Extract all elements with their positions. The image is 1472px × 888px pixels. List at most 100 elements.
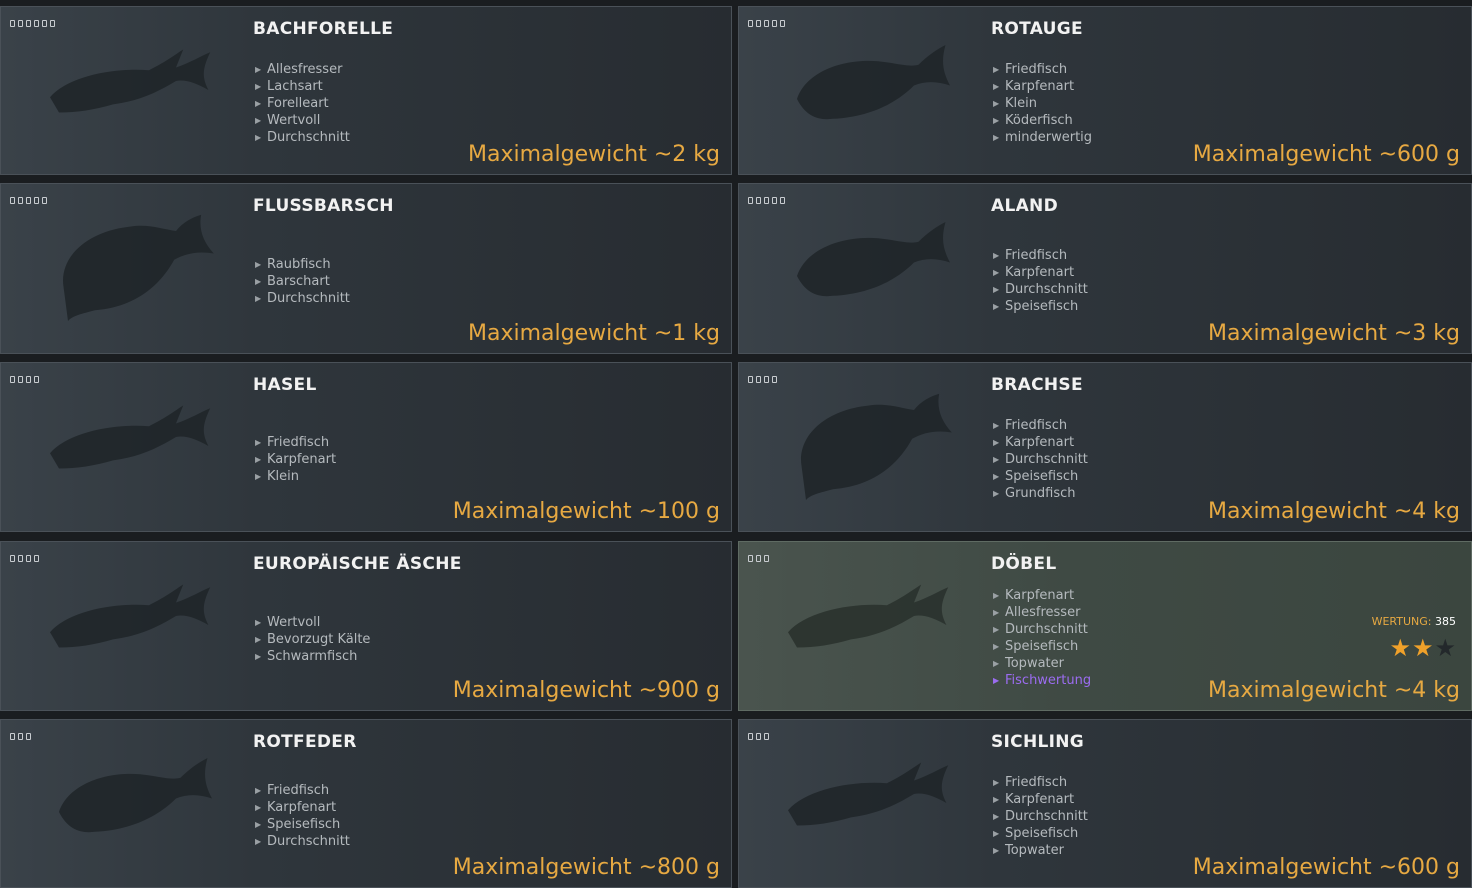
fish-traits-list: ▶ Friedfisch ▶ Karpfenart ▶ Durchschnitt ▶ Spei…: [993, 247, 1088, 315]
trait-label: Karpfenart: [1005, 588, 1075, 603]
rarity-dot: [764, 555, 769, 562]
max-weight: Maximalgewicht ~1 kg: [467, 321, 720, 346]
perch-silhouette-icon: [63, 214, 214, 321]
trait-label: Köderfisch: [1005, 113, 1073, 128]
trait-label: Friedfisch: [1005, 418, 1068, 433]
triangle-bullet-icon: ▶: [255, 260, 262, 269]
triangle-bullet-icon: ▶: [255, 133, 262, 142]
fish-traits-list: ▶ Raubfisch ▶ Barschart ▶ Durchschnitt: [255, 256, 350, 307]
rarity-dot: [764, 20, 769, 27]
rarity-dot: [10, 20, 15, 27]
rarity-dot: [26, 20, 31, 27]
trait-label: Wertvoll: [267, 113, 321, 128]
fish-card[interactable]: BACHFORELLE ▶ Allesfresser ▶ Lachsart ▶ Forell…: [0, 6, 732, 175]
triangle-bullet-icon: ▶: [993, 608, 1000, 617]
trait-label: Durchschnitt: [267, 834, 350, 849]
max-weight: Maximalgewicht ~4 kg: [1207, 678, 1460, 703]
triangle-bullet-icon: ▶: [993, 455, 1000, 464]
rarity-dot: [756, 733, 761, 740]
trait-label: Allesfresser: [1005, 605, 1081, 620]
fish-name: EUROPÄISCHE ÄSCHE: [253, 554, 462, 574]
trait-label: Topwater: [1005, 843, 1064, 858]
max-weight: Maximalgewicht ~3 kg: [1207, 321, 1460, 346]
trait-label: Durchschnitt: [267, 130, 350, 145]
trait-label: Friedfisch: [1005, 248, 1068, 263]
rarity-dot: [26, 197, 31, 204]
trait-item: ▶ Köderfisch: [993, 112, 1092, 129]
triangle-bullet-icon: ▶: [255, 277, 262, 286]
fish-card[interactable]: DÖBEL ▶ Karpfenart ▶ Allesfresser ▶ Durchschni…: [738, 541, 1472, 711]
trait-label: Topwater: [1005, 656, 1064, 671]
rarity-dot: [18, 555, 23, 562]
ide-silhouette-icon: [797, 222, 950, 297]
fish-name: HASEL: [253, 375, 317, 395]
trait-label: Lachsart: [267, 79, 323, 94]
trait-label: Klein: [1005, 96, 1037, 111]
grayling-silhouette-icon: [50, 584, 211, 648]
trait-item: ▶ Klein: [993, 95, 1092, 112]
fish-card[interactable]: ROTAUGE ▶ Friedfisch ▶ Karpfenart ▶ Klein ▶ Köde…: [738, 6, 1472, 175]
trait-label: Schwarmfisch: [267, 649, 358, 664]
fish-card[interactable]: FLUSSBARSCH ▶ Raubfisch ▶ Barschart ▶ Durchsch…: [0, 183, 732, 354]
trait-item: ▶ Klein: [255, 468, 336, 485]
trait-item: ▶ Speisefisch: [993, 468, 1088, 485]
triangle-bullet-icon: ▶: [993, 133, 1000, 142]
rarity-dot: [18, 733, 23, 740]
trait-label: Forelleart: [267, 96, 329, 111]
trait-label: Allesfresser: [267, 62, 343, 77]
fish-card[interactable]: SICHLING ▶ Friedfisch ▶ Karpfenart ▶ Durchschn…: [738, 719, 1472, 888]
trait-label: minderwertig: [1005, 130, 1093, 145]
trait-label: Durchschnitt: [267, 291, 350, 306]
triangle-bullet-icon: ▶: [993, 472, 1000, 481]
triangle-bullet-icon: ▶: [993, 82, 1000, 91]
trait-label: Friedfisch: [267, 783, 330, 798]
rarity-dot: [26, 733, 31, 740]
chub-silhouette-icon: [788, 584, 949, 648]
trait-item: ▶ Speisefisch: [993, 638, 1091, 655]
triangle-bullet-icon: ▶: [255, 65, 262, 74]
fish-name: ALAND: [991, 196, 1058, 216]
trait-label: Durchschnitt: [1005, 622, 1088, 637]
fish-card[interactable]: HASEL ▶ Friedfisch ▶ Karpfenart ▶ Klein Maximal…: [0, 362, 732, 532]
trait-label: Durchschnitt: [1005, 452, 1088, 467]
rarity-dot: [10, 197, 15, 204]
triangle-bullet-icon: ▶: [255, 438, 262, 447]
trait-item: ▶ Topwater: [993, 842, 1088, 859]
trait-label: Bevorzugt Kälte: [267, 632, 371, 647]
trait-item: ▶ Karpfenart: [993, 434, 1088, 451]
max-weight: Maximalgewicht ~100 g: [452, 499, 720, 524]
rudd-silhouette-icon: [59, 758, 212, 833]
triangle-bullet-icon: ▶: [993, 795, 1000, 804]
triangle-bullet-icon: ▶: [993, 778, 1000, 787]
rarity-dot: [748, 376, 753, 383]
triangle-bullet-icon: ▶: [993, 812, 1000, 821]
fish-card[interactable]: ROTFEDER ▶ Friedfisch ▶ Karpfenart ▶ Speisefis…: [0, 719, 732, 888]
fish-rating-link[interactable]: ▶ Fischwertung: [993, 672, 1091, 689]
fish-card[interactable]: BRACHSE ▶ Friedfisch ▶ Karpfenart ▶ Durchschni…: [738, 362, 1472, 532]
triangle-bullet-icon: ▶: [993, 251, 1000, 260]
triangle-bullet-icon: ▶: [255, 820, 262, 829]
trait-label: Karpfenart: [267, 800, 337, 815]
rarity-dot: [26, 376, 31, 383]
trait-item: ▶ Durchschnitt: [993, 808, 1088, 825]
fish-name: FLUSSBARSCH: [253, 196, 394, 216]
rarity-dot: [764, 733, 769, 740]
rarity-dot: [764, 197, 769, 204]
fish-traits-list: ▶ Karpfenart ▶ Allesfresser ▶ Durchschnitt ▶ Sp…: [993, 587, 1091, 689]
rarity-dot: [18, 20, 23, 27]
rarity-dots: [10, 376, 39, 383]
triangle-bullet-icon: ▶: [993, 302, 1000, 311]
fish-card[interactable]: ALAND ▶ Friedfisch ▶ Karpfenart ▶ Durchschnitt…: [738, 183, 1472, 354]
triangle-bullet-icon: ▶: [993, 99, 1000, 108]
trait-label: Speisefisch: [1005, 299, 1079, 314]
max-weight: Maximalgewicht ~2 kg: [467, 142, 720, 167]
triangle-bullet-icon: ▶: [993, 846, 1000, 855]
fish-traits-list: ▶ Friedfisch ▶ Karpfenart ▶ Durchschnitt ▶ Spei…: [993, 774, 1088, 859]
rarity-dot: [756, 376, 761, 383]
triangle-bullet-icon: ▶: [993, 642, 1000, 651]
fish-card[interactable]: EUROPÄISCHE ÄSCHE ▶ Wertvoll ▶ Bevorzugt Käl…: [0, 541, 732, 711]
trait-item: ▶ Bevorzugt Kälte: [255, 631, 370, 648]
trait-item: ▶ Friedfisch: [993, 417, 1088, 434]
trait-item: ▶ Speisefisch: [255, 816, 350, 833]
trait-label: Speisefisch: [1005, 826, 1079, 841]
